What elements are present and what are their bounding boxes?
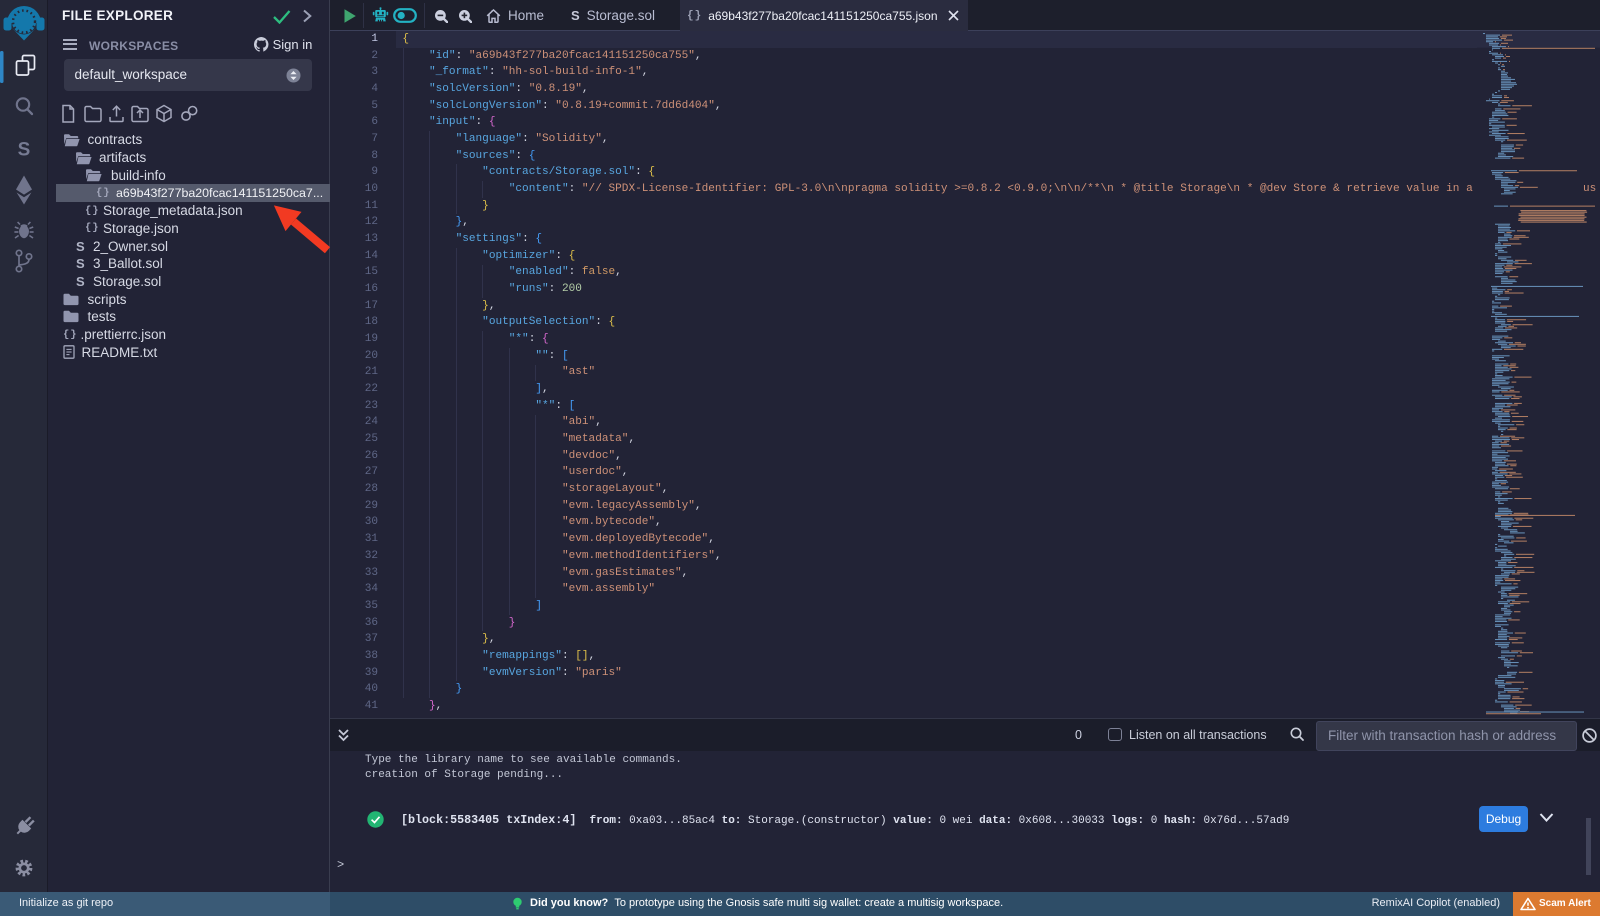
svg-text:S: S [18, 140, 31, 161]
